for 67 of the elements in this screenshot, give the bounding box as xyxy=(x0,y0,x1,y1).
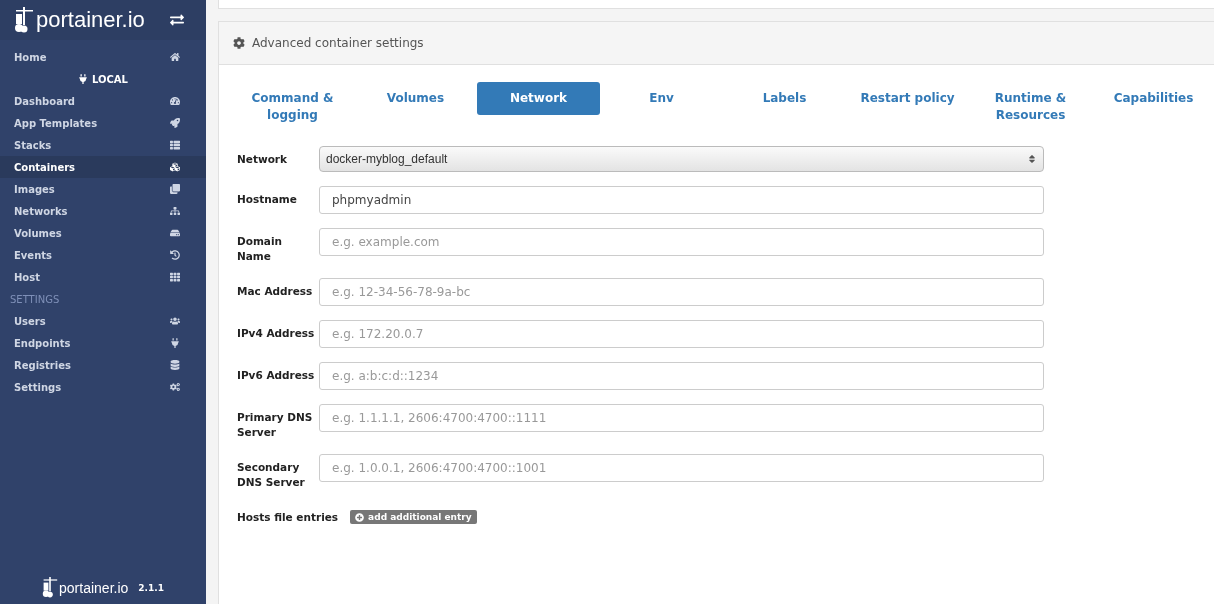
input-field[interactable]: e.g. example.com xyxy=(319,228,1044,256)
sidebar-item[interactable]: Networks xyxy=(0,200,206,222)
menu-icon xyxy=(170,118,180,128)
menu-icon xyxy=(170,382,180,392)
field-label: Network xyxy=(237,152,288,167)
sidebar-item[interactable]: Users xyxy=(0,310,206,332)
crane-logo-icon xyxy=(42,577,59,598)
input-field[interactable]: e.g. 12-34-56-78-9a-bc xyxy=(319,278,1044,306)
settings-icon xyxy=(233,37,245,49)
field-label: Secondary DNS Server xyxy=(237,460,306,490)
menu-icon xyxy=(170,140,180,150)
tab[interactable]: Capabilities xyxy=(1092,82,1214,115)
field-label: Primary DNS Server xyxy=(237,410,314,440)
sidebar-item[interactable]: Registries xyxy=(0,354,206,376)
add-entry-button[interactable]: add additional entry xyxy=(350,510,477,524)
field-label: IPv6 Address xyxy=(237,368,316,383)
menu-icon xyxy=(170,184,180,194)
tab[interactable]: Network xyxy=(477,82,600,115)
swap-icon[interactable] xyxy=(170,13,184,27)
menu-icon xyxy=(170,360,180,370)
menu-icon xyxy=(170,316,180,326)
sort-caret-icon xyxy=(1027,154,1037,164)
menu-icon xyxy=(170,52,180,62)
menu-icon xyxy=(170,250,180,260)
panel-title: Advanced container settings xyxy=(252,36,424,50)
sidebar-item[interactable]: Containers xyxy=(0,156,206,178)
sidebar-item[interactable]: Stacks xyxy=(0,134,206,156)
footer-brand: portainer.io xyxy=(59,579,129,596)
input-field[interactable]: e.g. 1.1.1.1, 2606:4700:4700::1111 xyxy=(319,404,1044,432)
menu-icon xyxy=(170,338,180,348)
tab[interactable]: Command & logging xyxy=(231,82,354,132)
input-field[interactable]: e.g. 1.0.0.1, 2606:4700:4700::1001 xyxy=(319,454,1044,482)
sidebar-item[interactable]: App Templates xyxy=(0,112,206,134)
field-label: Hostname xyxy=(237,192,298,207)
menu-icon xyxy=(170,162,180,172)
tab[interactable]: Labels xyxy=(723,82,846,115)
plug-icon xyxy=(78,74,88,84)
field-label: Hosts file entries xyxy=(237,511,339,523)
sidebar-item[interactable]: Images xyxy=(0,178,206,200)
plus-icon xyxy=(355,512,365,522)
section-heading: SETTINGS xyxy=(9,292,61,307)
sidebar-item[interactable]: Dashboard xyxy=(0,90,206,112)
menu-icon xyxy=(170,206,180,216)
brand-name: portainer.io xyxy=(36,7,145,33)
input-field[interactable]: phpmyadmin xyxy=(319,186,1044,214)
sidebar-item[interactable]: Events xyxy=(0,244,206,266)
sidebar-item[interactable]: Host xyxy=(0,266,206,288)
tab[interactable]: Runtime & Resources xyxy=(969,82,1092,132)
menu-icon xyxy=(170,228,180,238)
tab[interactable]: Restart policy xyxy=(846,82,969,115)
sidebar-item[interactable]: Endpoints xyxy=(0,332,206,354)
version-text: 2.1.1 xyxy=(138,582,164,593)
field-label: Mac Address xyxy=(237,284,314,299)
crane-logo-icon xyxy=(14,7,34,33)
sidebar-item[interactable]: Settings xyxy=(0,376,206,398)
tab[interactable]: Volumes xyxy=(354,82,477,115)
network-select[interactable]: docker-myblog_default xyxy=(319,146,1044,172)
endpoint-name: LOCAL xyxy=(92,73,128,85)
sidebar-item[interactable]: Home xyxy=(0,46,206,68)
menu-icon xyxy=(170,96,180,106)
field-label: IPv4 Address xyxy=(237,326,316,341)
menu-icon xyxy=(170,272,180,282)
sidebar-item[interactable]: Volumes xyxy=(0,222,206,244)
tab[interactable]: Env xyxy=(600,82,723,115)
input-field[interactable]: e.g. 172.20.0.7 xyxy=(319,320,1044,348)
field-label: Domain Name xyxy=(237,234,284,264)
input-field[interactable]: e.g. a:b:c:d::1234 xyxy=(319,362,1044,390)
